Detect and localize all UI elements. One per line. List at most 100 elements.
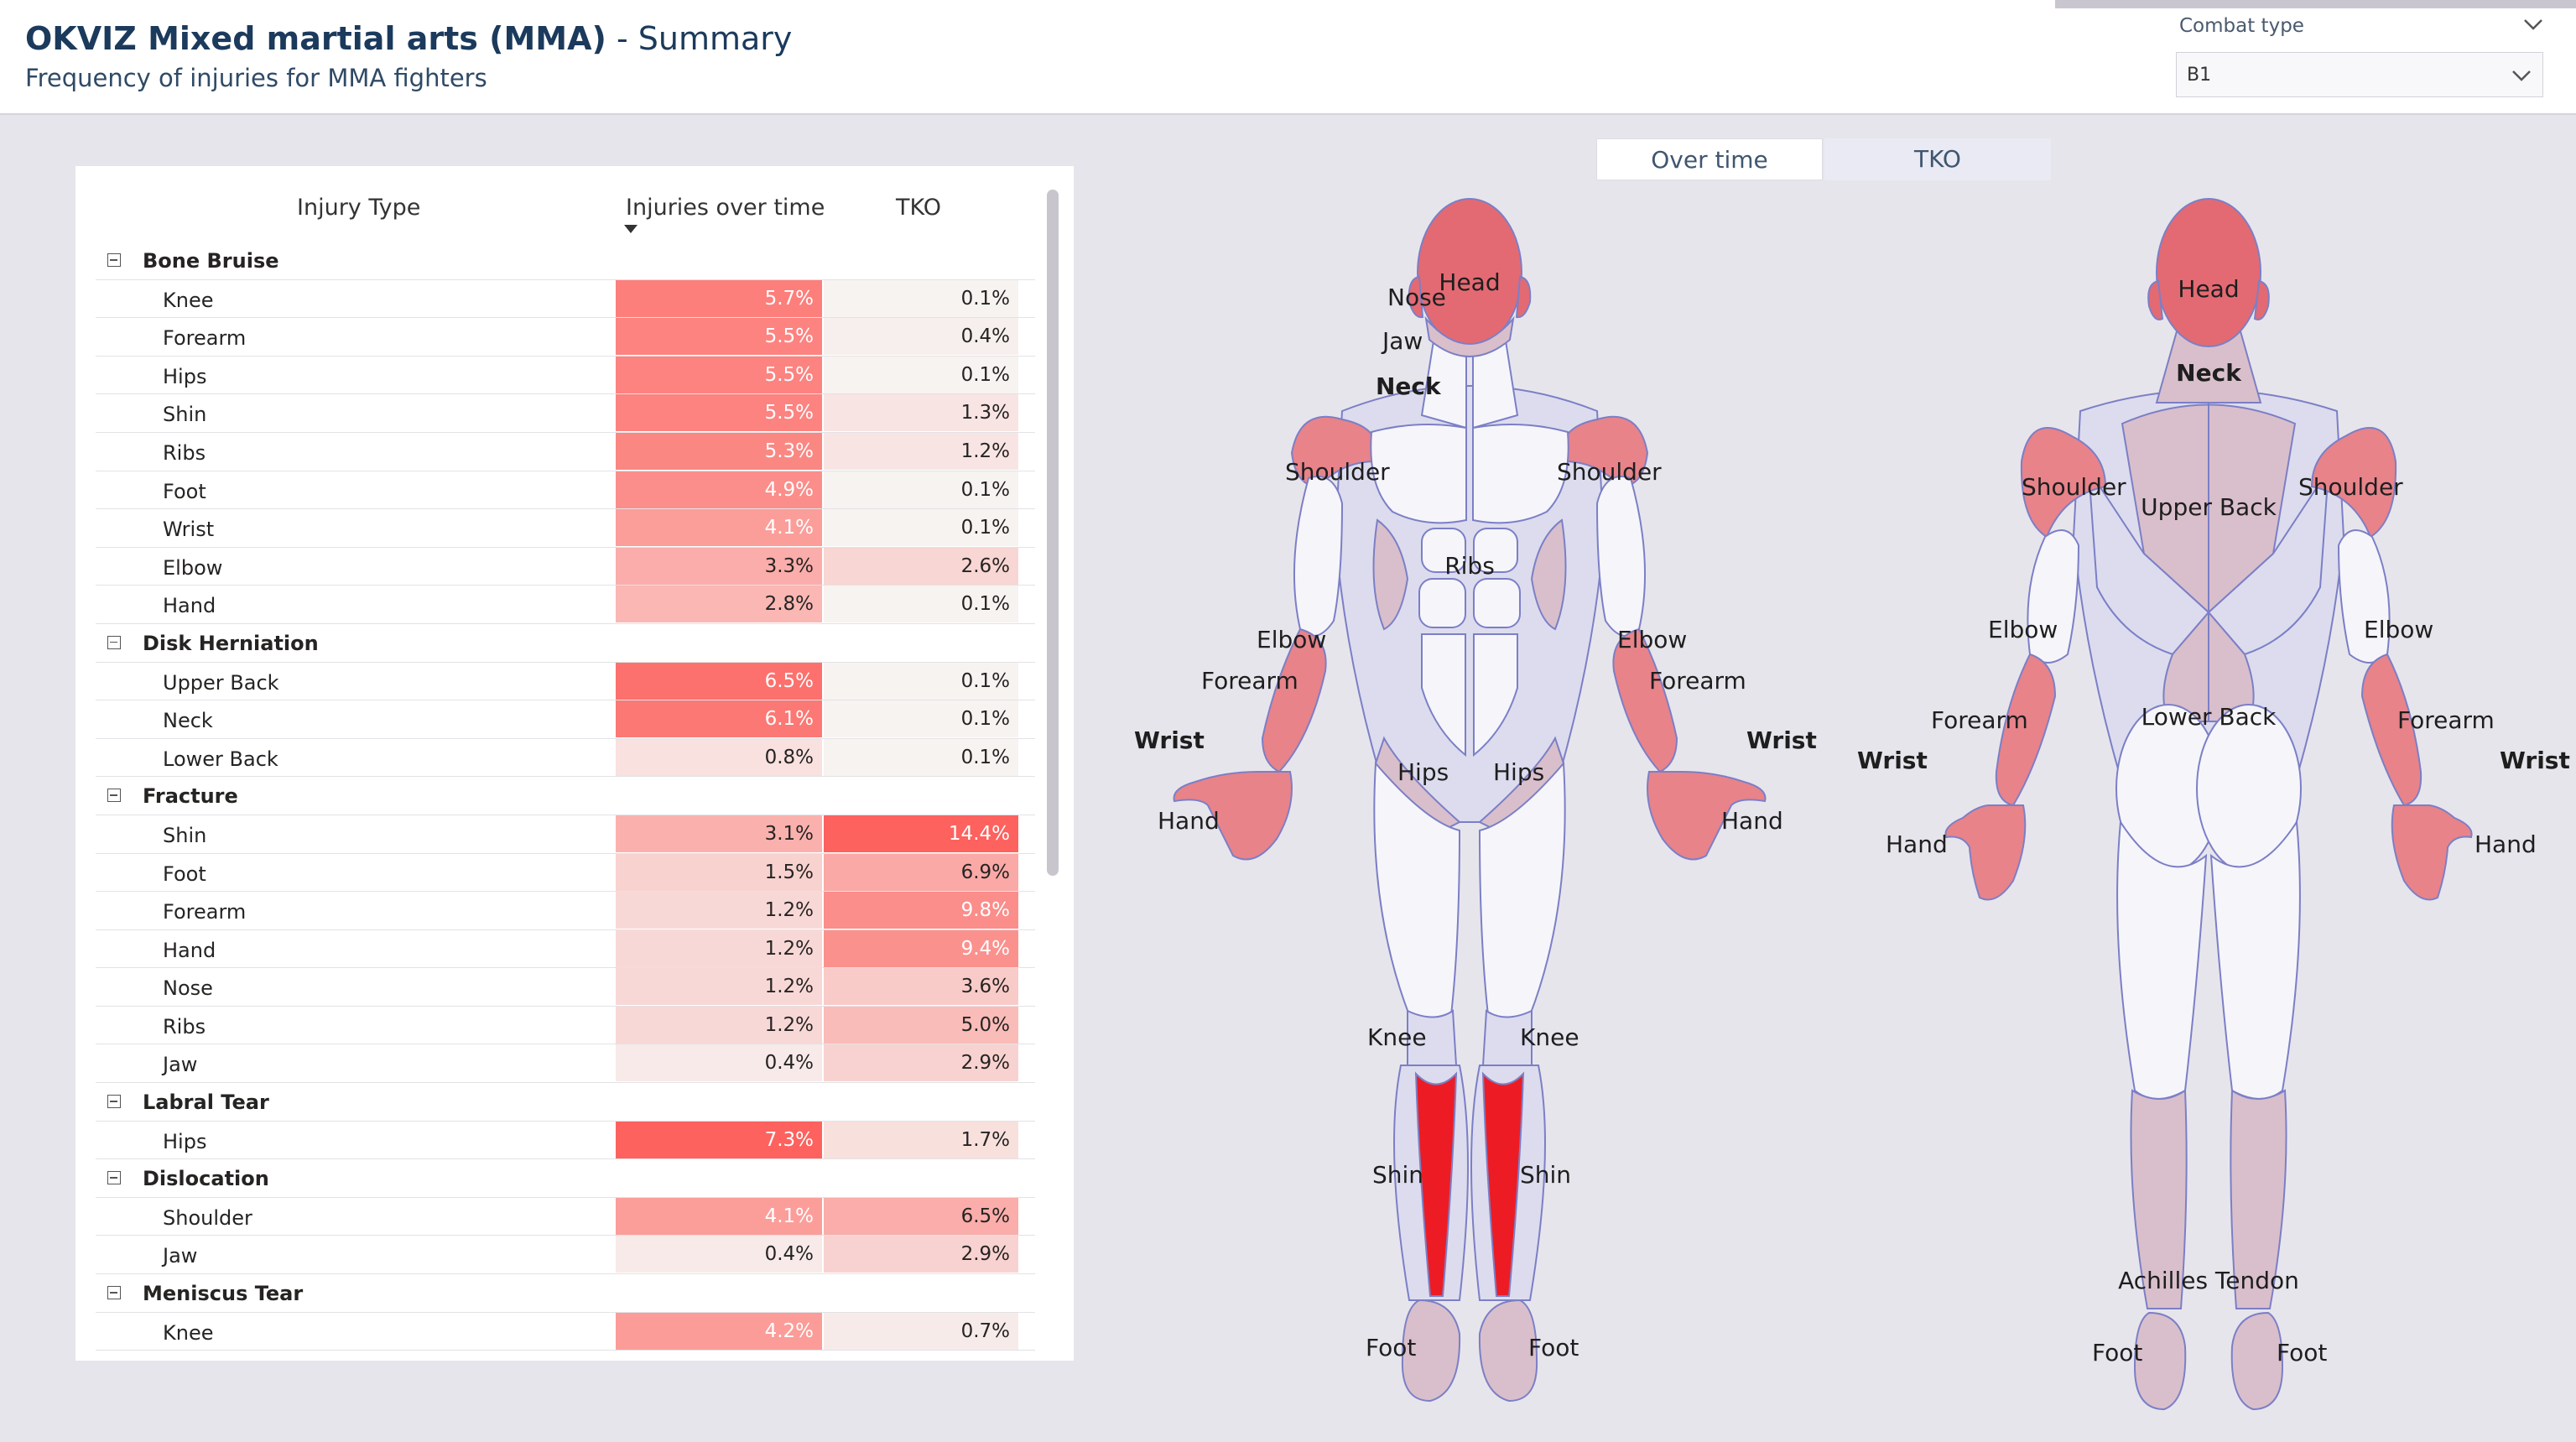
collapse-icon[interactable]: [107, 1286, 121, 1300]
scrollbar-thumb[interactable]: [1047, 190, 1059, 876]
over-time-cell: 6.1%: [616, 700, 822, 738]
back-hand-left[interactable]: [1944, 804, 2027, 901]
sort-descending-icon: [624, 225, 637, 233]
tko-cell: 0.1%: [824, 509, 1018, 547]
front-label-head: Head: [1439, 268, 1500, 296]
tko-cell: 0.1%: [824, 700, 1018, 738]
collapse-icon[interactable]: [107, 635, 121, 649]
over-time-cell: 1.5%: [616, 853, 822, 891]
column-header-tko[interactable]: TKO: [896, 195, 941, 221]
body-map: .b { fill:#f6f5fa; stroke:#7b7fc6; strok…: [1090, 185, 2576, 1442]
front-label-ribs: Ribs: [1444, 552, 1495, 580]
over-time-cell: 1.2%: [616, 1006, 822, 1044]
table-row[interactable]: Wrist 4.1% 0.1%: [96, 509, 1035, 548]
tko-cell: 2.9%: [824, 1236, 1018, 1273]
tko-cell: 9.8%: [824, 892, 1018, 929]
collapse-icon[interactable]: [107, 789, 121, 803]
front-label-foot-left: Foot: [1366, 1334, 1416, 1361]
front-label-wrist-left: Wrist: [1134, 726, 1205, 754]
header-decoration: [2055, 0, 2576, 8]
table-row[interactable]: Forearm 5.5% 0.4%: [96, 318, 1035, 357]
tab-tko[interactable]: TKO: [1824, 138, 2051, 180]
collapse-icon[interactable]: [107, 1171, 121, 1185]
table-row[interactable]: Hips 7.3% 1.7%: [96, 1121, 1035, 1160]
over-time-cell: 1.2%: [616, 968, 822, 1006]
table-row[interactable]: Ribs 5.3% 1.2%: [96, 432, 1035, 471]
injury-location: Upper Back: [163, 670, 279, 695]
table-row[interactable]: Elbow 3.3% 2.6%: [96, 547, 1035, 586]
group-label: Labral Tear: [143, 1091, 269, 1115]
tko-cell: 14.4%: [824, 815, 1018, 852]
back-foot-right[interactable]: [2230, 1311, 2284, 1411]
injury-location: Neck: [163, 709, 213, 733]
row-divider: [96, 1350, 1035, 1351]
over-time-cell: 2.8%: [616, 586, 822, 623]
group-label: Fracture: [143, 784, 238, 809]
front-label-nose: Nose: [1387, 284, 1446, 311]
table-row[interactable]: Lower Back 0.8% 0.1%: [96, 738, 1035, 778]
table-row[interactable]: Shin 3.1% 14.4%: [96, 815, 1035, 854]
collapse-icon[interactable]: [107, 1095, 121, 1109]
table-row[interactable]: Upper Back 6.5% 0.1%: [96, 662, 1035, 701]
injury-location: Nose: [163, 976, 213, 1001]
over-time-cell: 5.7%: [616, 279, 822, 317]
group-row: Bone Bruise: [96, 242, 1035, 280]
tko-cell: 0.1%: [824, 471, 1018, 508]
back-head[interactable]: [2156, 198, 2261, 347]
over-time-cell: 1.2%: [616, 929, 822, 967]
tko-cell: 0.1%: [824, 738, 1018, 776]
tko-cell: 1.7%: [824, 1121, 1018, 1158]
injury-location: Hand: [163, 938, 216, 962]
tko-cell: 1.2%: [824, 432, 1018, 470]
table-row[interactable]: Jaw 0.4% 2.9%: [96, 1044, 1035, 1084]
front-label-neck: Neck: [1376, 372, 1442, 400]
combat-type-dropdown[interactable]: B1: [2176, 52, 2543, 97]
table-row[interactable]: Hips 5.5% 0.1%: [96, 356, 1035, 395]
table-row[interactable]: Foot 4.9% 0.1%: [96, 471, 1035, 510]
collapse-icon[interactable]: [107, 253, 121, 267]
over-time-cell: 5.5%: [616, 318, 822, 356]
back-label-head: Head: [2178, 275, 2239, 303]
tab-over-time[interactable]: Over time: [1596, 138, 1823, 180]
back-label-hand-right: Hand: [2475, 830, 2537, 858]
title-suffix: - Summary: [616, 20, 793, 57]
over-time-cell: 0.8%: [616, 738, 822, 776]
table-row[interactable]: Shoulder 4.1% 6.5%: [96, 1197, 1035, 1236]
table-row[interactable]: Forearm 1.2% 9.8%: [96, 892, 1035, 930]
tko-cell: 9.4%: [824, 929, 1018, 967]
table-row[interactable]: Shin 5.5% 1.3%: [96, 394, 1035, 433]
injury-location: Lower Back: [163, 747, 278, 771]
front-label-hips-left: Hips: [1397, 758, 1449, 786]
table-row[interactable]: Ribs 1.2% 5.0%: [96, 1006, 1035, 1045]
over-time-cell: 4.1%: [616, 1197, 822, 1235]
over-time-cell: 7.3%: [616, 1121, 822, 1158]
table-row[interactable]: Nose 1.2% 3.6%: [96, 968, 1035, 1007]
combat-type-label: Combat type: [2179, 15, 2304, 37]
back-hand-right[interactable]: [2391, 804, 2473, 901]
front-label-hand-right: Hand: [1721, 807, 1783, 835]
table-row[interactable]: Jaw 0.4% 2.9%: [96, 1236, 1035, 1275]
injury-location: Ribs: [163, 1014, 206, 1039]
table-row[interactable]: Knee 4.2% 0.7%: [96, 1312, 1035, 1351]
injury-location: Shin: [163, 403, 207, 427]
table-row[interactable]: Hand 2.8% 0.1%: [96, 586, 1035, 624]
table-row[interactable]: Foot 1.5% 6.9%: [96, 853, 1035, 893]
column-header-injuries-over-time[interactable]: Injuries over time: [626, 195, 825, 221]
chevron-down-icon: [2512, 70, 2531, 81]
combat-type-value: B1: [2187, 65, 2212, 86]
over-time-cell: 3.1%: [616, 815, 822, 852]
table-row[interactable]: Hand 1.2% 9.4%: [96, 929, 1035, 969]
injury-matrix: Injury Type Injuries over time TKO Bone …: [75, 166, 1074, 1361]
table-row[interactable]: Knee 5.7% 0.1%: [96, 279, 1035, 319]
injury-location: Shin: [163, 823, 207, 847]
column-header-injury-type[interactable]: Injury Type: [297, 195, 420, 221]
front-upperarm-left: [1293, 476, 1344, 637]
table-row[interactable]: Neck 6.1% 0.1%: [96, 700, 1035, 739]
back-label-elbow-left: Elbow: [1988, 616, 2058, 643]
chevron-down-icon[interactable]: [2521, 12, 2546, 37]
report-title: OKVIZ Mixed martial arts (MMA) - Summary: [25, 20, 792, 57]
front-label-elbow-right: Elbow: [1617, 626, 1687, 653]
back-label-neck: Neck: [2176, 359, 2242, 387]
front-label-forearm-left: Forearm: [1201, 667, 1298, 695]
group-label: Meniscus Tear: [143, 1282, 304, 1306]
